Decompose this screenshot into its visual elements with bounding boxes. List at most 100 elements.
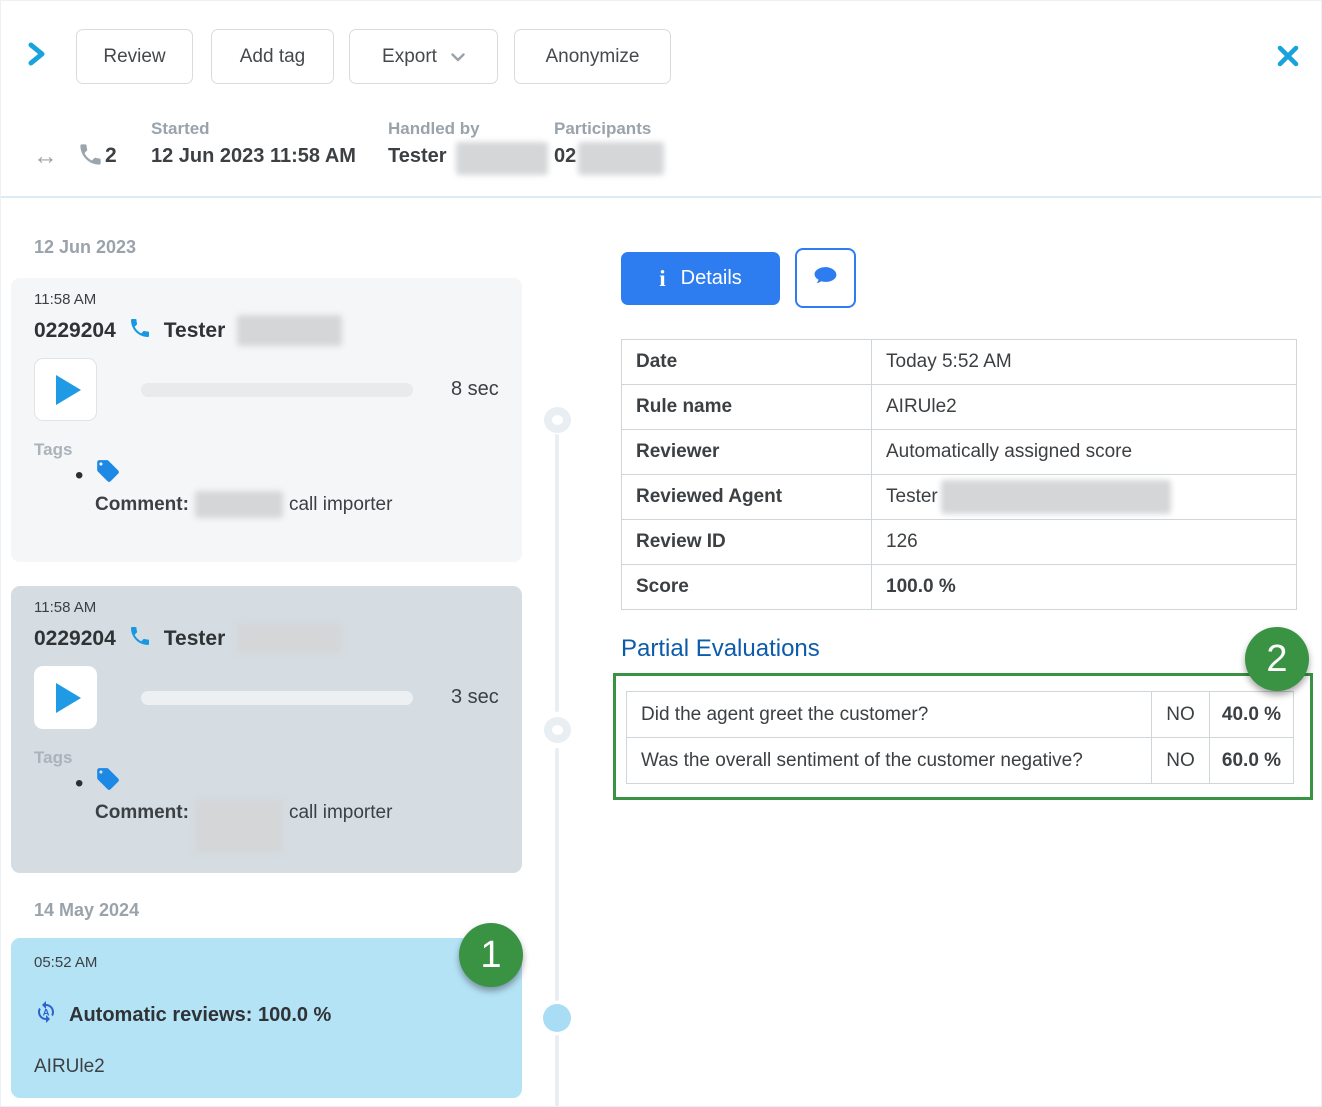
call-time: 11:58 AM — [34, 291, 96, 308]
tag-icon — [95, 766, 121, 797]
detail-label: Reviewer — [622, 430, 872, 475]
handled-by-value: Tester — [388, 145, 447, 168]
redacted-agent-name — [941, 480, 1171, 514]
detail-value: 100.0 % — [872, 565, 1297, 610]
info-icon: i — [659, 266, 665, 292]
comment-text: call importer — [289, 799, 392, 826]
partial-evaluations-table: Did the agent greet the customer? NO 40.… — [626, 691, 1294, 784]
phone-icon — [128, 624, 152, 654]
agent-name: Tester — [164, 319, 225, 343]
timeline-date-group: 12 Jun 2023 — [34, 237, 136, 258]
rule-name: AIRUle2 — [34, 1056, 105, 1078]
timeline-line — [555, 1035, 559, 1107]
chevron-right-icon[interactable] — [25, 41, 49, 72]
call-count: 2 — [105, 144, 117, 168]
detail-label: Review ID — [622, 520, 872, 565]
evaluation-question: Did the agent greet the customer? — [627, 692, 1152, 738]
detail-value: 126 — [872, 520, 1297, 565]
tag-icon — [95, 458, 121, 489]
export-label: Export — [382, 46, 437, 68]
detail-label: Score — [622, 565, 872, 610]
comment-bubble-icon — [812, 265, 839, 292]
comment-label: Comment: — [95, 799, 189, 826]
detail-value: AIRUle2 — [872, 385, 1297, 430]
redacted-agent-name — [237, 315, 342, 346]
table-row: Was the overall sentiment of the custome… — [627, 738, 1294, 784]
evaluation-answer: NO — [1152, 692, 1210, 738]
detail-label: Reviewed Agent — [622, 475, 872, 520]
header-divider — [1, 196, 1322, 198]
detail-label: Date — [622, 340, 872, 385]
call-duration: 8 sec — [451, 378, 499, 401]
detail-label: Rule name — [622, 385, 872, 430]
partial-evaluations-title: Partial Evaluations — [621, 635, 820, 663]
participants-label: Participants — [554, 119, 651, 139]
timeline-date-group: 14 May 2024 — [34, 900, 139, 921]
annotation-marker-2: 2 — [1245, 627, 1309, 691]
automatic-review-card[interactable]: 05:52 AM A Automatic reviews: 100.0 % AI… — [11, 938, 522, 1098]
svg-text:A: A — [43, 1007, 50, 1018]
timeline-line — [555, 748, 559, 1001]
close-icon[interactable] — [1275, 43, 1301, 74]
call-time: 11:58 AM — [34, 599, 96, 616]
tag-bullet: • — [75, 770, 83, 798]
call-number: 0229204 — [34, 627, 116, 651]
annotation-marker-1: 1 — [459, 923, 523, 987]
detail-value: Tester — [872, 475, 1297, 520]
timeline-node — [544, 717, 571, 743]
review-time: 05:52 AM — [34, 954, 97, 971]
review-details-table: Date Today 5:52 AM Rule name AIRUle2 Rev… — [621, 339, 1297, 610]
export-button[interactable]: Export — [349, 29, 498, 84]
agent-name: Tester — [164, 627, 225, 651]
play-button[interactable] — [34, 666, 97, 729]
phone-icon — [77, 141, 104, 173]
tags-label: Tags — [34, 440, 72, 460]
call-duration: 3 sec — [451, 686, 499, 709]
evaluation-score: 60.0 % — [1210, 738, 1294, 784]
play-icon — [56, 683, 81, 713]
review-button[interactable]: Review — [76, 29, 193, 84]
phone-icon — [128, 316, 152, 346]
table-row: Did the agent greet the customer? NO 40.… — [627, 692, 1294, 738]
table-row: Review ID 126 — [622, 520, 1297, 565]
table-row: Reviewer Automatically assigned score — [622, 430, 1297, 475]
partial-evaluations-highlight-box: Did the agent greet the customer? NO 40.… — [613, 673, 1313, 800]
evaluation-score: 40.0 % — [1210, 692, 1294, 738]
call-number: 0229204 — [34, 319, 116, 343]
timeline-line — [555, 434, 559, 712]
swap-arrows-icon: ↔ — [33, 142, 58, 171]
chevron-down-icon — [451, 46, 465, 68]
add-tag-button[interactable]: Add tag — [211, 29, 334, 84]
audio-progress-bar[interactable] — [141, 383, 413, 397]
comment-text: call importer — [289, 491, 392, 518]
redacted-participants — [578, 142, 664, 175]
table-row: Score 100.0 % — [622, 565, 1297, 610]
table-row: Date Today 5:52 AM — [622, 340, 1297, 385]
auto-review-sync-icon: A — [34, 1000, 58, 1030]
detail-value: Automatically assigned score — [872, 430, 1297, 475]
redacted-comment — [195, 491, 283, 518]
timeline-node-active — [543, 1004, 571, 1032]
call-card-selected[interactable]: 11:58 AM 0229204 Tester 3 sec Tags • Com… — [11, 586, 522, 873]
handled-by-label: Handled by — [388, 119, 480, 139]
participants-value: 02 — [554, 145, 576, 168]
audio-progress-bar[interactable] — [141, 691, 413, 705]
comment-button[interactable] — [795, 248, 856, 308]
play-icon — [56, 375, 81, 405]
evaluation-question: Was the overall sentiment of the custome… — [627, 738, 1152, 784]
timeline-node — [544, 407, 571, 433]
tags-label: Tags — [34, 748, 72, 768]
redacted-handled-by — [456, 142, 548, 175]
started-value: 12 Jun 2023 11:58 AM — [151, 145, 356, 168]
details-button[interactable]: i Details — [621, 252, 780, 305]
details-button-label: Details — [681, 267, 742, 290]
call-review-panel: Review Add tag Export Anonymize ↔ 2 Star… — [0, 0, 1322, 1107]
play-button[interactable] — [34, 358, 97, 421]
started-label: Started — [151, 119, 210, 139]
comment-label: Comment: — [95, 491, 189, 518]
redacted-agent-name — [237, 623, 342, 654]
anonymize-button[interactable]: Anonymize — [514, 29, 671, 84]
table-row: Reviewed Agent Tester — [622, 475, 1297, 520]
detail-value: Today 5:52 AM — [872, 340, 1297, 385]
call-card[interactable]: 11:58 AM 0229204 Tester 8 sec Tags • Com… — [11, 278, 522, 562]
